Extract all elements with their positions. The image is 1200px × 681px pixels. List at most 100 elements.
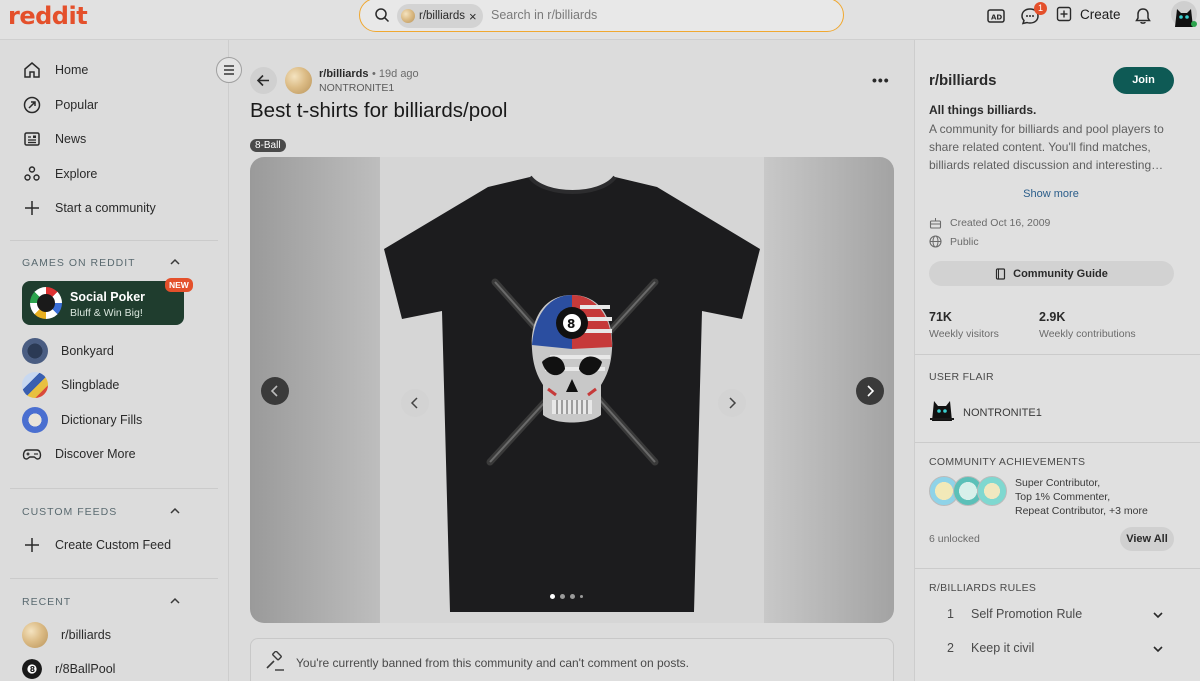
rule-item[interactable]: 1 Self Promotion Rule: [929, 604, 1175, 626]
chevron-up-icon[interactable]: [168, 504, 182, 518]
explore-icon: [24, 166, 40, 181]
community-guide-label: Community Guide: [1013, 267, 1108, 280]
notifications-bell-icon[interactable]: [1133, 6, 1153, 26]
achievements-list: Super Contributor, Top 1% Commenter, Rep…: [1015, 476, 1148, 518]
search-input[interactable]: Search in r/billiards: [491, 8, 597, 22]
nav-news[interactable]: News: [22, 126, 86, 152]
collapse-sidebar-button[interactable]: [216, 57, 242, 83]
top-header: reddit r/billiards × Search in r/billiar…: [0, 0, 1200, 40]
achievement-item: Super Contributor,: [1015, 477, 1101, 489]
recent-title[interactable]: RECENT: [22, 596, 71, 608]
image-next-arrow[interactable]: [718, 389, 746, 417]
join-button[interactable]: Join: [1113, 67, 1174, 94]
reddit-logo[interactable]: reddit: [8, 2, 88, 30]
book-icon: [996, 267, 1006, 280]
chevron-down-icon: [1153, 612, 1163, 619]
post-author[interactable]: NONTRONITE1: [319, 82, 394, 94]
clear-scope-icon[interactable]: ×: [469, 9, 477, 24]
post-time: • 19d ago: [372, 68, 419, 80]
created-row: Created Oct 16, 2009: [929, 216, 1050, 229]
carousel-dot[interactable]: [560, 594, 565, 599]
chat-badge: 1: [1034, 2, 1047, 15]
user-flair-avatar[interactable]: [929, 395, 955, 423]
view-all-button[interactable]: View All: [1120, 527, 1174, 551]
discover-more[interactable]: Discover More: [22, 441, 136, 467]
svg-text:AD: AD: [991, 14, 1002, 22]
billiards-community-icon: [22, 622, 48, 648]
post-media-carousel[interactable]: 8: [250, 157, 894, 623]
search-icon: [375, 8, 390, 23]
home-icon: [24, 62, 40, 78]
sidebar-divider: [10, 488, 218, 489]
carousel-indicator: [550, 594, 583, 599]
popular-icon: [23, 96, 41, 114]
game-slingblade-label: Slingblade: [61, 378, 120, 392]
weekly-visitors-count: 71K: [929, 310, 952, 324]
create-label: Create: [1080, 6, 1121, 22]
post-flair[interactable]: 8-Ball: [250, 139, 286, 152]
community-sidebar: r/billiards Join All things billiards. A…: [914, 40, 1200, 681]
new-badge: NEW: [165, 278, 193, 292]
advertise-icon[interactable]: AD: [986, 6, 1006, 26]
recent-8ballpool[interactable]: 8 r/8BallPool: [22, 656, 115, 681]
user-flair-title: USER FLAIR: [929, 371, 994, 383]
subreddit-avatar[interactable]: [285, 67, 312, 94]
nav-start-community[interactable]: Start a community: [22, 195, 156, 221]
game-bonkyard[interactable]: Bonkyard: [22, 338, 114, 364]
rule-number: 2: [947, 641, 954, 655]
carousel-dot[interactable]: [580, 595, 583, 598]
more-options-icon[interactable]: •••: [872, 72, 890, 88]
dictionary-fills-icon: [22, 407, 48, 433]
nav-popular[interactable]: Popular: [22, 92, 98, 118]
achievement-item: Repeat Contributor, +3 more: [1015, 505, 1148, 517]
carousel-dot[interactable]: [550, 594, 555, 599]
nav-explore[interactable]: Explore: [22, 161, 97, 187]
menu-icon: [224, 65, 234, 75]
nav-home-label: Home: [55, 63, 89, 77]
nav-news-label: News: [55, 132, 87, 146]
nav-home[interactable]: Home: [22, 57, 88, 83]
poker-title: Social Poker: [70, 290, 146, 304]
user-avatar[interactable]: [1170, 0, 1198, 30]
chevron-down-icon: [1153, 646, 1163, 653]
custom-feeds-title[interactable]: CUSTOM FEEDS: [22, 506, 117, 518]
chevron-up-icon[interactable]: [168, 255, 182, 269]
post-title: Best t-shirts for billiards/pool: [250, 99, 508, 122]
plus-icon: [25, 201, 39, 215]
search-scope-label: r/billiards: [419, 10, 466, 22]
carousel-dot[interactable]: [570, 594, 575, 599]
recent-billiards[interactable]: r/billiards: [22, 622, 111, 648]
social-poker-card[interactable]: Social Poker Bluff & Win Big!: [22, 281, 184, 325]
sidebar-divider: [915, 442, 1200, 443]
game-dictionary-fills-label: Dictionary Fills: [61, 413, 143, 427]
achievements-unlocked-count: 6 unlocked: [929, 533, 980, 545]
8ball-community-icon: 8: [22, 659, 42, 679]
search-scope-chip[interactable]: r/billiards ×: [397, 4, 483, 28]
show-more-link[interactable]: Show more: [915, 188, 1187, 200]
banned-message: You're currently banned from this commun…: [296, 656, 689, 670]
carousel-next-button[interactable]: [856, 377, 884, 405]
achievement-badges[interactable]: [929, 476, 1009, 508]
post-subreddit-link[interactable]: r/billiards: [319, 68, 369, 80]
game-dictionary-fills[interactable]: Dictionary Fills: [22, 407, 142, 433]
sidebar-divider: [10, 578, 218, 579]
game-bonkyard-label: Bonkyard: [61, 344, 114, 358]
back-button[interactable]: [250, 67, 277, 94]
plus-icon: [1056, 6, 1072, 22]
chevron-right-icon: [867, 385, 875, 397]
games-section-title[interactable]: GAMES ON REDDIT: [22, 257, 136, 269]
create-custom-feed[interactable]: Create Custom Feed: [22, 532, 171, 558]
image-prev-arrow[interactable]: [401, 389, 429, 417]
game-slingblade[interactable]: Slingblade: [22, 372, 119, 398]
visibility-row: Public: [929, 235, 979, 248]
community-description: A community for billiards and pool playe…: [929, 122, 1164, 172]
chevron-right-icon: [729, 397, 737, 409]
sidebar-divider: [10, 240, 218, 241]
chevron-up-icon[interactable]: [168, 594, 182, 608]
nav-popular-label: Popular: [55, 98, 99, 112]
community-guide-button[interactable]: Community Guide: [929, 261, 1174, 286]
carousel-prev-button[interactable]: [261, 377, 289, 405]
rule-item[interactable]: 2 Keep it civil: [929, 638, 1175, 660]
community-name: r/billiards: [929, 72, 997, 89]
create-button[interactable]: Create: [1056, 6, 1121, 22]
